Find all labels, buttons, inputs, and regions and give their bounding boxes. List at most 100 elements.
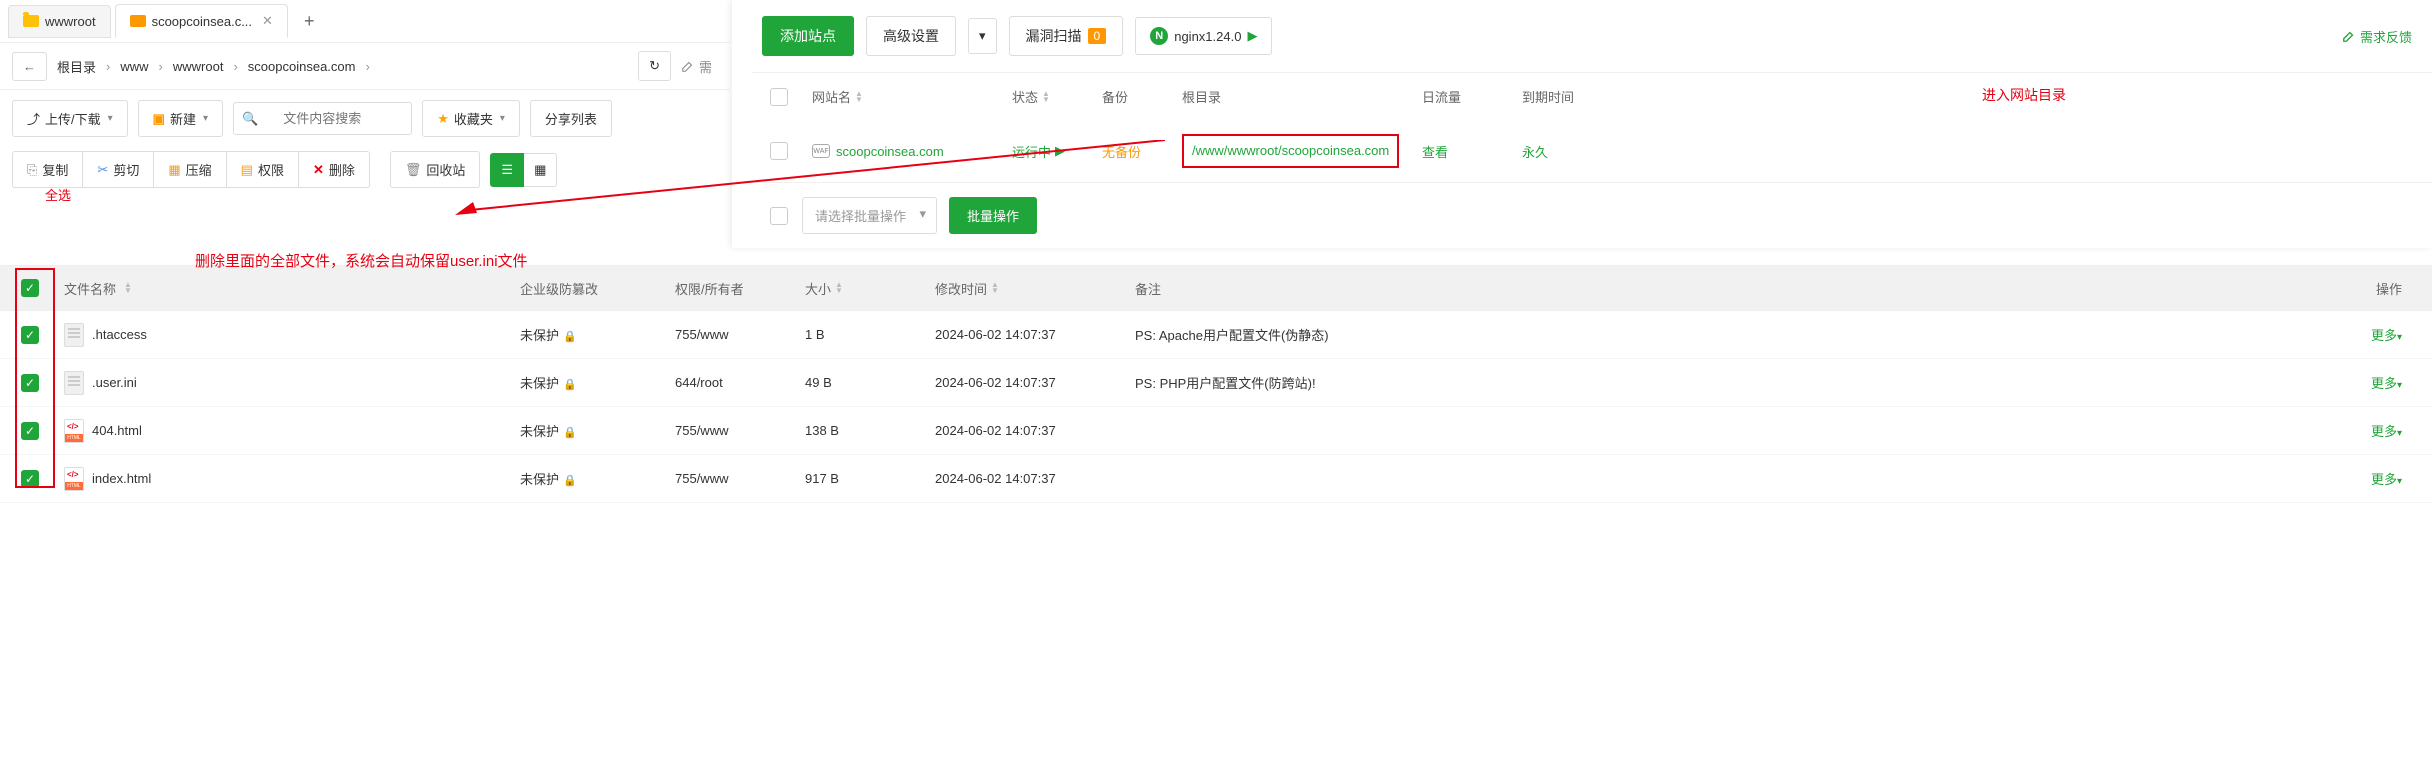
permission-button[interactable]: ▤ 权限 <box>227 151 299 188</box>
breadcrumb-item[interactable]: scoopcoinsea.com <box>242 55 362 78</box>
header-checkbox[interactable]: ✓ <box>0 279 60 297</box>
text-file-icon <box>64 371 84 395</box>
refresh-button[interactable]: ↻ <box>638 51 671 81</box>
close-icon[interactable]: ✕ <box>262 13 273 29</box>
file-note: PS: Apache用户配置文件(伪静态) <box>1135 325 2352 344</box>
row-checkbox[interactable]: ✓ <box>21 374 39 392</box>
view-mode-buttons: ☰ ▦ <box>490 153 557 187</box>
feedback-link[interactable]: 需求反馈 <box>2342 27 2412 46</box>
search-box[interactable]: 🔍 <box>233 102 412 135</box>
lock-icon: 🔒 <box>563 331 577 343</box>
header-expire: 到期时间 <box>1522 87 1602 106</box>
header-time[interactable]: 修改时间 ▲▼ <box>935 279 1135 298</box>
file-permission[interactable]: 755/www <box>675 327 805 342</box>
file-size: 917 B <box>805 471 935 486</box>
header-site-name[interactable]: 网站名 ▲▼ <box>812 87 1012 106</box>
breadcrumb-extra[interactable]: 需 <box>675 53 718 80</box>
vulnerability-scan-button[interactable]: 漏洞扫描 0 <box>1009 16 1124 56</box>
breadcrumb: ← 根目录 › www › wwwroot › scoopcoinsea.com… <box>0 42 730 90</box>
caret-down-icon: ▾ <box>979 28 986 43</box>
waf-icon: WAF <box>812 144 830 158</box>
batch-checkbox[interactable] <box>770 207 788 225</box>
share-button[interactable]: 分享列表 <box>530 100 612 137</box>
tab-wwwroot[interactable]: wwwroot <box>8 5 111 38</box>
table-row[interactable]: ✓ .user.ini 未保护🔒 644/root 49 B 2024-06-0… <box>0 359 2432 407</box>
site-name-link[interactable]: WAF scoopcoinsea.com <box>812 144 1012 159</box>
tab-label: scoopcoinsea.c... <box>152 14 252 29</box>
copy-button[interactable]: ⎘ 复制 <box>12 151 83 188</box>
site-root-link[interactable]: /www/wwwroot/scoopcoinsea.com <box>1182 134 1422 168</box>
advanced-dropdown[interactable]: ▾ <box>968 18 997 54</box>
back-button[interactable]: ← <box>12 52 47 81</box>
annotation-root-highlight: /www/wwwroot/scoopcoinsea.com <box>1182 134 1399 168</box>
edit-icon <box>2342 29 2356 43</box>
site-traffic-link[interactable]: 查看 <box>1422 142 1522 161</box>
text-file-icon <box>64 323 84 347</box>
batch-operation-button[interactable]: 批量操作 <box>949 197 1037 234</box>
breadcrumb-item[interactable]: 根目录 <box>51 53 102 80</box>
new-button[interactable]: ▣ 新建 ▾ <box>138 100 223 137</box>
annotation-delete-note: 删除里面的全部文件，系统会自动保留user.ini文件 <box>195 250 528 271</box>
breadcrumb-item[interactable]: wwwroot <box>167 55 230 78</box>
chevron-right-icon: › <box>106 59 110 74</box>
nginx-button[interactable]: N nginx1.24.0 ▶ <box>1135 17 1272 55</box>
row-checkbox[interactable]: ✓ <box>21 422 39 440</box>
header-status[interactable]: 状态 ▲▼ <box>1012 87 1102 106</box>
nginx-icon: N <box>1150 27 1168 45</box>
file-name[interactable]: .user.ini <box>92 375 137 390</box>
row-checkbox[interactable]: ✓ <box>21 470 39 488</box>
file-permission[interactable]: 755/www <box>675 471 805 486</box>
file-permission[interactable]: 644/root <box>675 375 805 390</box>
more-button[interactable]: 更多▾ <box>2371 376 2402 391</box>
header-permission: 权限/所有者 <box>675 279 805 298</box>
search-input[interactable] <box>271 103 411 134</box>
more-button[interactable]: 更多▾ <box>2371 328 2402 343</box>
lock-icon: 🔒 <box>563 379 577 391</box>
file-name[interactable]: .htaccess <box>92 327 147 342</box>
row-checkbox[interactable] <box>770 142 788 160</box>
edit-icon <box>681 59 695 73</box>
header-checkbox[interactable] <box>770 88 788 106</box>
favorites-button[interactable]: ★ 收藏夹 ▾ <box>422 100 520 137</box>
delete-icon: ✕ <box>313 162 324 178</box>
add-site-button[interactable]: 添加站点 <box>762 16 854 56</box>
advanced-settings-button[interactable]: 高级设置 <box>866 16 956 56</box>
file-name[interactable]: 404.html <box>92 423 142 438</box>
toolbar-primary: ⤴ 上传/下载 ▾ ▣ 新建 ▾ 🔍 ★ 收藏夹 ▾ 分享列表 <box>0 90 730 147</box>
file-size: 138 B <box>805 423 935 438</box>
batch-select[interactable]: 请选择批量操作 <box>802 197 937 234</box>
trash-icon: 🗑 <box>405 162 422 178</box>
table-header: ✓ 文件名称 ▲▼ 企业级防篡改 权限/所有者 大小 ▲▼ 修改时间 ▲▼ 备注… <box>0 265 2432 311</box>
table-row[interactable]: ✓ .htaccess 未保护🔒 755/www 1 B 2024-06-02 … <box>0 311 2432 359</box>
header-name[interactable]: 文件名称 ▲▼ <box>60 279 520 298</box>
add-tab-button[interactable]: + <box>292 5 327 38</box>
tab-site[interactable]: scoopcoinsea.c... ✕ <box>115 4 288 38</box>
upload-button[interactable]: ⤴ 上传/下载 ▾ <box>12 100 128 137</box>
cut-button[interactable]: ✂ 剪切 <box>83 151 154 188</box>
site-expire-link[interactable]: 永久 <box>1522 142 1602 161</box>
html-file-icon <box>64 419 84 443</box>
site-status[interactable]: 运行中 ▶ <box>1012 142 1102 161</box>
breadcrumb-item[interactable]: www <box>114 55 154 78</box>
caret-down-icon: ▾ <box>108 113 113 124</box>
table-row[interactable]: ✓ 404.html 未保护🔒 755/www 138 B 2024-06-02… <box>0 407 2432 455</box>
file-size: 49 B <box>805 375 935 390</box>
file-permission[interactable]: 755/www <box>675 423 805 438</box>
more-button[interactable]: 更多▾ <box>2371 424 2402 439</box>
recycle-button[interactable]: 🗑 回收站 <box>390 151 481 188</box>
grid-view-button[interactable]: ▦ <box>524 153 557 187</box>
site-backup-link[interactable]: 无备份 <box>1102 142 1182 161</box>
caret-down-icon: ▾ <box>203 113 208 124</box>
table-row[interactable]: ✓ index.html 未保护🔒 755/www 917 B 2024-06-… <box>0 455 2432 503</box>
compress-button[interactable]: ▦ 压缩 <box>154 151 226 188</box>
list-view-button[interactable]: ☰ <box>490 153 524 187</box>
more-button[interactable]: 更多▾ <box>2371 472 2402 487</box>
chevron-right-icon: › <box>233 59 237 74</box>
header-size[interactable]: 大小 ▲▼ <box>805 279 935 298</box>
folder-icon <box>130 15 146 27</box>
file-name[interactable]: index.html <box>92 471 151 486</box>
row-checkbox[interactable]: ✓ <box>21 326 39 344</box>
sort-icon: ▲▼ <box>855 91 863 103</box>
tab-label: wwwroot <box>45 14 96 29</box>
delete-button[interactable]: ✕ 删除 <box>299 151 370 188</box>
